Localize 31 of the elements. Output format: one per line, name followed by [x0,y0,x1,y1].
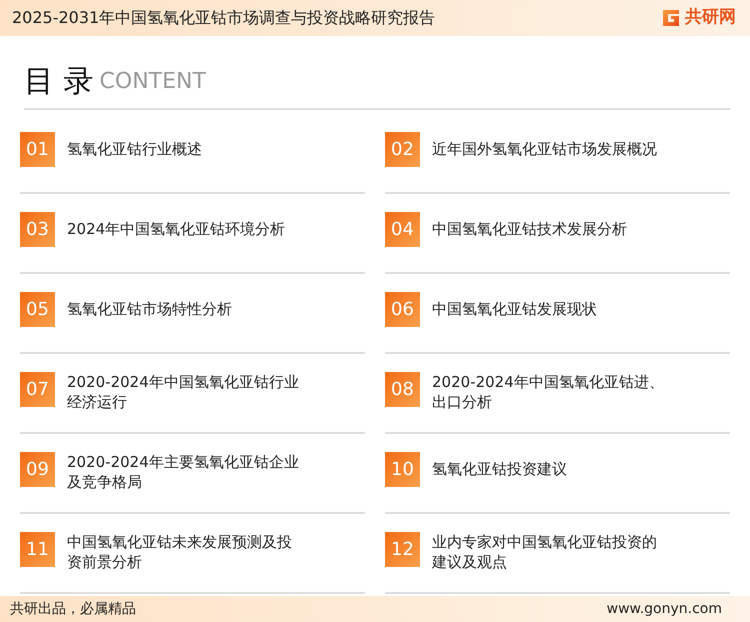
section-title: 2024年中国氢氧化亚钴环境分析 [67,219,286,239]
section-title: 近年国外氢氧化亚钴市场发展概况 [432,139,657,159]
contents-subheading: CONTENT [100,71,206,93]
section-number: 01 [20,132,55,167]
logo-icon [661,8,681,28]
section-title: 中国氢氧化亚钴发展现状 [432,299,597,319]
section-number: 05 [20,292,55,327]
section-title: 氢氧化亚钴行业概述 [67,139,202,159]
section-number: 12 [385,532,420,567]
section-title: 中国氢氧化亚钴技术发展分析 [432,219,627,239]
section-title: 2020-2024年主要氢氧化亚钴企业及竞争格局 [67,452,300,492]
section-title: 2020-2024年中国氢氧化亚钴进、出口分析 [432,372,665,412]
section-title: 氢氧化亚钴投资建议 [432,459,567,479]
section-title: 氢氧化亚钴市场特性分析 [67,299,232,319]
section-number: 03 [20,212,55,247]
logo-text: 共研网 [685,6,736,30]
section-number: 04 [385,212,420,247]
section-number: 02 [385,132,420,167]
section-title: 2020-2024年中国氢氧化亚钴行业经济运行 [67,372,300,412]
website-url: www.gonyn.com [606,600,722,618]
report-title: 2025-2031年中国氢氧化亚钴市场调查与投资战略研究报告 [12,7,436,29]
section-number: 10 [385,452,420,487]
section-title: 中国氢氧化亚钴未来发展预测及投资前景分析 [67,532,293,572]
section-number: 06 [385,292,420,327]
footer-slogan: 共研出品，必属精品 [10,600,136,618]
section-number: 08 [385,372,420,407]
section-number: 07 [20,372,55,407]
section-number: 09 [20,452,55,487]
section-number: 11 [20,532,55,567]
section-title: 业内专家对中国氢氧化亚钴投资的建议及观点 [432,532,658,572]
contents-heading: 目 录 [24,67,94,97]
